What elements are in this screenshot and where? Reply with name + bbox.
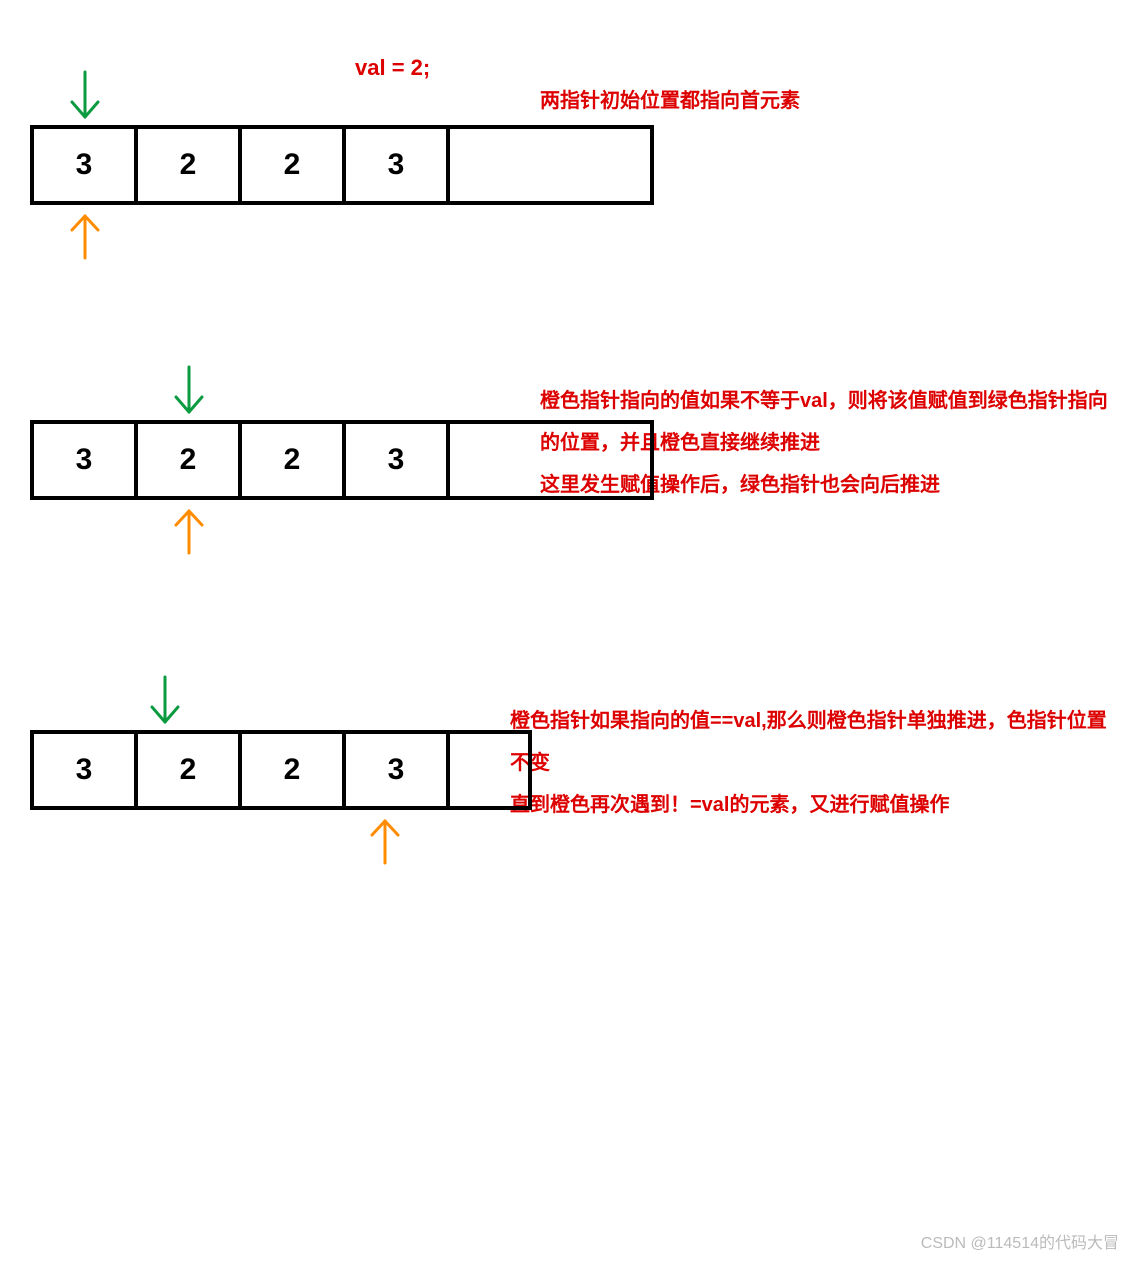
orange-pointer-icon bbox=[360, 813, 410, 873]
step2-cell-2: 2 bbox=[238, 420, 342, 500]
orange-pointer-icon bbox=[60, 208, 110, 268]
step1-cell-0: 3 bbox=[30, 125, 134, 205]
step2-cell-3: 3 bbox=[342, 420, 446, 500]
step2-cell-4 bbox=[446, 420, 654, 500]
step1-caption: 两指针初始位置都指向首元素 bbox=[540, 80, 800, 122]
step3-cell-0: 3 bbox=[30, 730, 134, 810]
green-pointer-icon bbox=[140, 677, 190, 737]
step1-cell-4 bbox=[446, 125, 654, 205]
step2-cell-0: 3 bbox=[30, 420, 134, 500]
green-pointer-icon bbox=[164, 367, 214, 427]
step3-cell-3: 3 bbox=[342, 730, 446, 810]
orange-pointer-icon bbox=[164, 503, 214, 563]
step3-cell-2: 2 bbox=[238, 730, 342, 810]
step3-cell-1: 2 bbox=[134, 730, 238, 810]
step3-cell-4 bbox=[446, 730, 532, 810]
step1-cell-1: 2 bbox=[134, 125, 238, 205]
val-label: val = 2; bbox=[355, 55, 430, 81]
step1-array: 3 2 2 3 bbox=[30, 125, 654, 205]
green-pointer-icon bbox=[60, 72, 110, 132]
diagram-canvas: val = 2; 两指针初始位置都指向首元素 3 2 2 3 橙色指针指向的值如… bbox=[0, 0, 1131, 1261]
step1-cell-3: 3 bbox=[342, 125, 446, 205]
step3-caption: 橙色指针如果指向的值==val,那么则橙色指针单独推进，色指针位置不变 直到橙色… bbox=[510, 700, 1120, 826]
watermark: CSDN @114514的代码大冒 bbox=[921, 1229, 1119, 1253]
step3-array: 3 2 2 3 bbox=[30, 730, 532, 810]
step1-cell-2: 2 bbox=[238, 125, 342, 205]
step2-cell-1: 2 bbox=[134, 420, 238, 500]
step2-array: 3 2 2 3 bbox=[30, 420, 654, 500]
